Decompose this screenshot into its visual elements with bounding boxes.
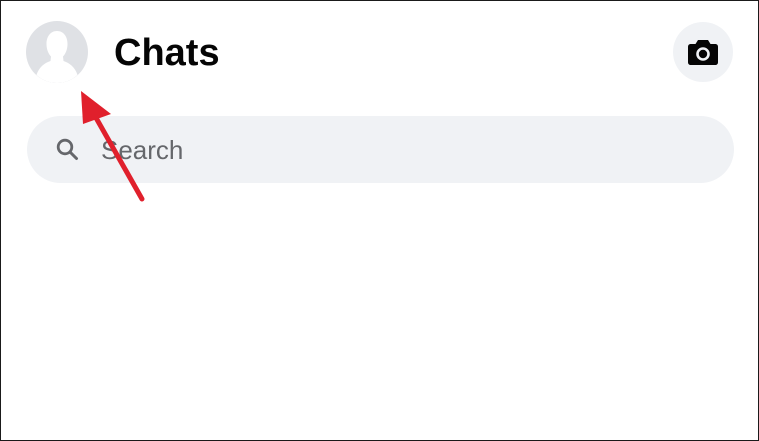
search-bar[interactable]: Search [27, 116, 734, 183]
search-icon [56, 138, 78, 160]
profile-avatar-icon [36, 31, 78, 83]
search-placeholder: Search [101, 135, 184, 165]
page-title: Chats [114, 32, 220, 74]
camera-icon [688, 40, 718, 65]
profile-avatar[interactable] [26, 21, 88, 83]
chats-screen: Chats Search [0, 0, 759, 441]
camera-button[interactable] [673, 22, 733, 82]
